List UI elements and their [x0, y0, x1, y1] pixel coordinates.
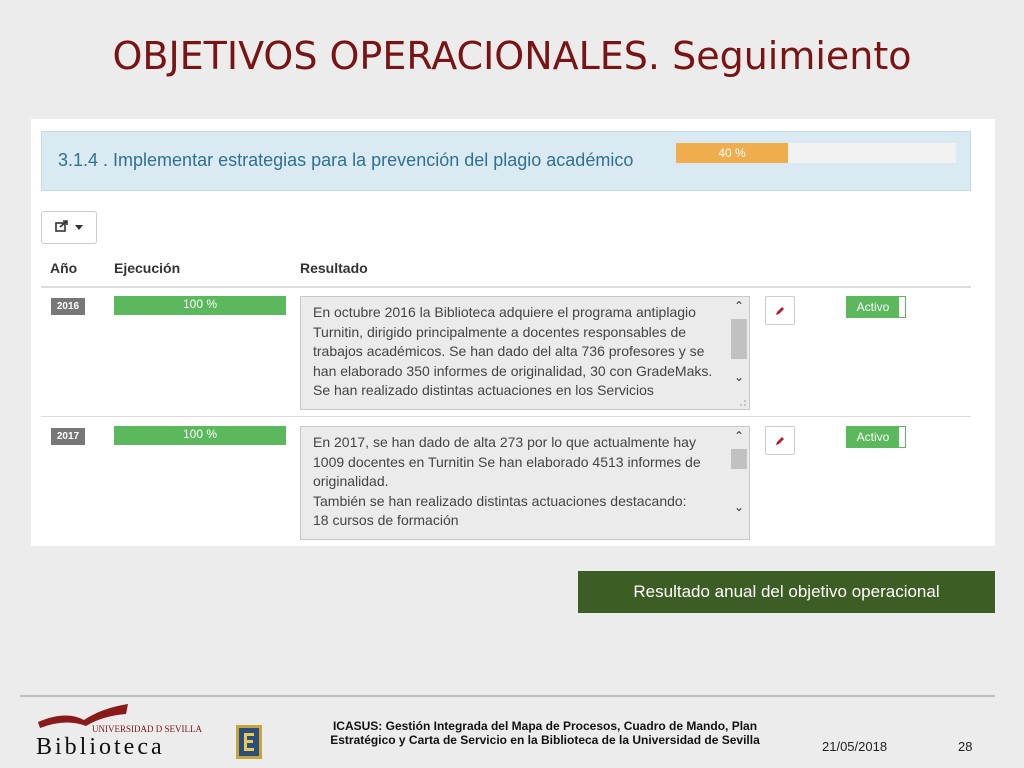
biblioteca-logo: UNIVERSIDAD D SEVILLA Biblioteca	[36, 702, 216, 760]
scroll-thumb[interactable]	[731, 319, 747, 359]
column-header-execution: Ejecución	[114, 260, 181, 276]
status-label: Activo	[847, 297, 899, 317]
header-divider	[41, 286, 971, 288]
quality-seal-icon	[236, 725, 262, 759]
scroll-down-icon[interactable]: ⌄	[733, 371, 745, 383]
objective-progress-fill: 40 %	[676, 143, 788, 163]
logo-university-text: UNIVERSIDAD D SEVILLA	[92, 724, 202, 734]
objective-header: 3.1.4 . Implementar estrategias para la …	[41, 131, 971, 191]
chevron-down-icon	[75, 225, 83, 230]
scroll-up-icon[interactable]: ⌃	[733, 300, 745, 312]
result-textarea[interactable]: En octubre 2016 la Biblioteca adquiere e…	[300, 296, 750, 410]
status-label: Activo	[847, 427, 899, 447]
pencil-icon	[776, 306, 784, 315]
footer-divider	[20, 695, 995, 697]
execution-progress-bar: 100 %	[114, 296, 286, 315]
column-header-year: Año	[50, 260, 78, 276]
page-number: 28	[958, 739, 973, 754]
execution-progress-bar: 100 %	[114, 426, 286, 445]
share-export-icon	[55, 219, 69, 237]
scroll-down-icon[interactable]: ⌄	[733, 501, 745, 513]
result-scrollbar[interactable]: ⌃ ⌄	[729, 427, 749, 539]
resize-grip-icon[interactable]	[739, 399, 747, 407]
row-divider	[41, 416, 971, 417]
footer-date: 21/05/2018	[822, 739, 888, 754]
slide-title: OBJETIVOS OPERACIONALES. Seguimiento	[112, 34, 912, 78]
result-text: En 2017, se han dado de alta 273 por lo …	[313, 434, 701, 528]
year-badge: 2017	[51, 428, 85, 445]
logo-library-text: Biblioteca	[36, 734, 165, 760]
edit-button[interactable]	[765, 296, 795, 325]
export-dropdown-button[interactable]	[41, 211, 97, 244]
objective-panel: 3.1.4 . Implementar estrategias para la …	[31, 119, 995, 546]
edit-button[interactable]	[765, 426, 795, 455]
objective-progress-bar: 40 %	[676, 143, 956, 163]
footer-description: ICASUS: Gestión Integrada del Mapa de Pr…	[320, 719, 770, 747]
footer-text-line: ICASUS: Gestión Integrada del Mapa de Pr…	[332, 719, 758, 733]
scroll-up-icon[interactable]: ⌃	[733, 430, 745, 442]
column-header-result: Resultado	[300, 260, 368, 276]
caption-box: Resultado anual del objetivo operacional	[578, 571, 995, 613]
pencil-icon	[776, 436, 784, 445]
scroll-thumb[interactable]	[731, 449, 747, 469]
result-scrollbar[interactable]: ⌃ ⌄	[729, 297, 749, 409]
year-badge: 2016	[51, 298, 85, 315]
objective-title: 3.1.4 . Implementar estrategias para la …	[58, 150, 634, 170]
result-textarea[interactable]: En 2017, se han dado de alta 273 por lo …	[300, 426, 750, 540]
status-toggle[interactable]: Activo	[846, 426, 906, 448]
status-toggle[interactable]: Activo	[846, 296, 906, 318]
result-text: En octubre 2016 la Biblioteca adquiere e…	[313, 304, 713, 398]
footer-text-line: Estratégico y Carta de Servicio en la Bi…	[330, 733, 760, 747]
